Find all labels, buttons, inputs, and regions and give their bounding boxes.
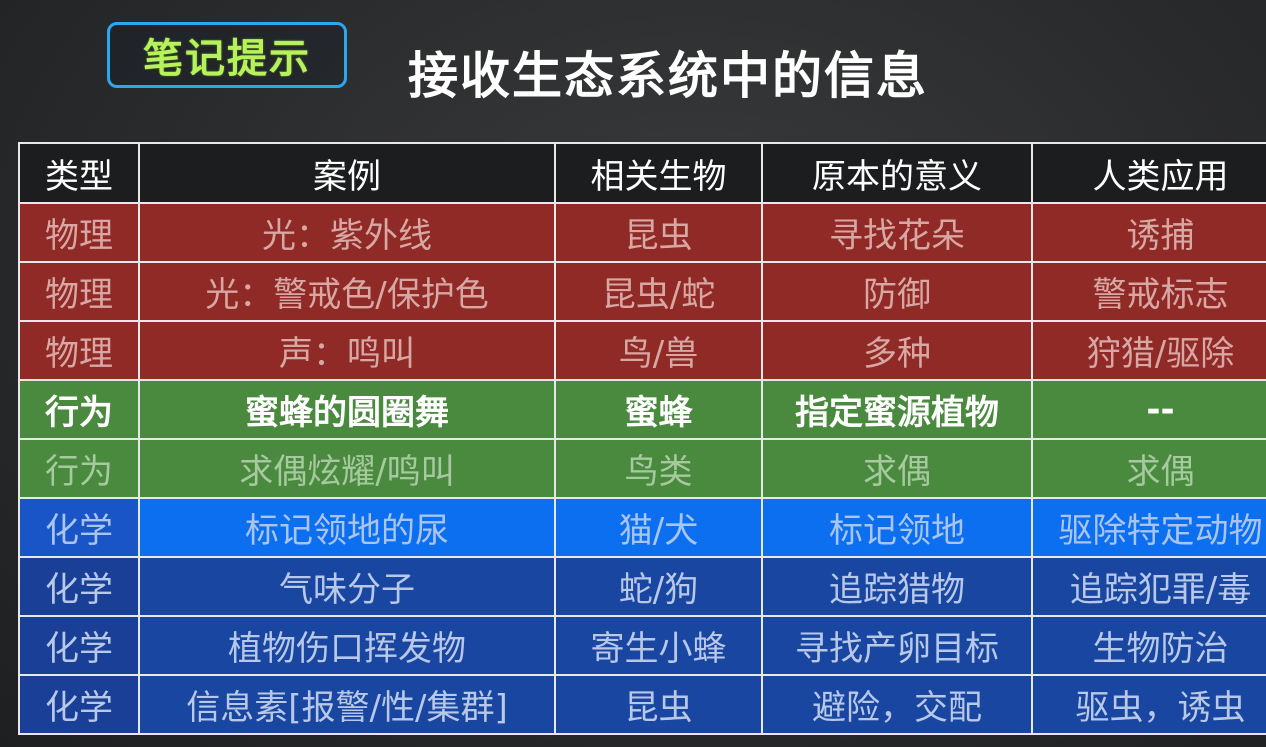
cell-example: 标记领地的尿 [138, 497, 556, 558]
cell-original-meaning: 求偶 [761, 438, 1033, 499]
table-row: 化学 信息素[报警/性/集群] 昆虫 避险，交配 驱虫，诱虫 [18, 674, 1266, 735]
cell-example: 信息素[报警/性/集群] [138, 674, 556, 735]
cell-type: 物理 [18, 261, 140, 322]
cell-human-application: -- [1031, 379, 1266, 440]
cell-human-application: 警戒标志 [1031, 261, 1266, 322]
badge-label: 笔记提示 [143, 36, 311, 82]
cell-example: 蜜蜂的圆圈舞 [138, 379, 556, 440]
cell-example: 气味分子 [138, 556, 556, 617]
cell-original-meaning: 多种 [761, 320, 1033, 381]
cell-organism: 昆虫 [554, 674, 763, 735]
cell-organism: 鸟/兽 [554, 320, 763, 381]
cell-human-application: 生物防治 [1031, 615, 1266, 676]
cell-organism: 昆虫/蛇 [554, 261, 763, 322]
header-original-meaning: 原本的意义 [761, 142, 1033, 204]
cell-original-meaning: 指定蜜源植物 [761, 379, 1033, 440]
cell-original-meaning: 寻找产卵目标 [761, 615, 1033, 676]
cell-example: 光：紫外线 [138, 202, 556, 263]
cell-type: 化学 [18, 674, 140, 735]
cell-human-application: 驱除特定动物 [1031, 497, 1266, 558]
cell-type: 行为 [18, 438, 140, 499]
cell-original-meaning: 避险，交配 [761, 674, 1033, 735]
table-row: 物理 光：紫外线 昆虫 寻找花朵 诱捕 [18, 202, 1266, 263]
page-title: 接收生态系统中的信息 [408, 47, 928, 105]
cell-human-application: 诱捕 [1031, 202, 1266, 263]
cell-original-meaning: 标记领地 [761, 497, 1033, 558]
cell-human-application: 狩猎/驱除 [1031, 320, 1266, 381]
table-row: 行为 蜜蜂的圆圈舞 蜜蜂 指定蜜源植物 -- [18, 379, 1266, 440]
cell-original-meaning: 防御 [761, 261, 1033, 322]
cell-human-application: 追踪犯罪/毒 [1031, 556, 1266, 617]
cell-example: 光：警戒色/保护色 [138, 261, 556, 322]
cell-example: 植物伤口挥发物 [138, 615, 556, 676]
table-row: 行为 求偶炫耀/鸣叫 鸟类 求偶 求偶 [18, 438, 1266, 499]
cell-organism: 猫/犬 [554, 497, 763, 558]
cell-organism: 蜜蜂 [554, 379, 763, 440]
cell-example: 求偶炫耀/鸣叫 [138, 438, 556, 499]
table-row: 物理 声：鸣叫 鸟/兽 多种 狩猎/驱除 [18, 320, 1266, 381]
cell-type: 化学 [18, 615, 140, 676]
cell-type: 化学 [18, 556, 140, 617]
cell-example: 声：鸣叫 [138, 320, 556, 381]
cell-original-meaning: 追踪猎物 [761, 556, 1033, 617]
cell-type: 物理 [18, 320, 140, 381]
cell-organism: 昆虫 [554, 202, 763, 263]
info-table: 类型 案例 相关生物 原本的意义 人类应用 物理 光：紫外线 昆虫 寻找花朵 诱捕 物理光… [18, 142, 1266, 735]
header-example: 案例 [138, 142, 556, 204]
cell-organism: 寄生小蜂 [554, 615, 763, 676]
table-header-row: 类型 案例 相关生物 原本的意义 人类应用 [18, 142, 1266, 204]
cell-type: 物理 [18, 202, 140, 263]
cell-organism: 鸟类 [554, 438, 763, 499]
cell-type: 化学 [18, 497, 140, 558]
cell-original-meaning: 寻找花朵 [761, 202, 1033, 263]
cell-human-application: 求偶 [1031, 438, 1266, 499]
cell-organism: 蛇/狗 [554, 556, 763, 617]
table-row: 化学 气味分子 蛇/狗 追踪猎物 追踪犯罪/毒 [18, 556, 1266, 617]
header-organism: 相关生物 [554, 142, 763, 204]
note-tip-badge: 笔记提示 [107, 22, 347, 88]
header-type: 类型 [18, 142, 140, 204]
table-row: 化学 标记领地的尿 猫/犬 标记领地 驱除特定动物 [18, 497, 1266, 558]
table-row: 化学 植物伤口挥发物 寄生小蜂 寻找产卵目标 生物防治 [18, 615, 1266, 676]
cell-type: 行为 [18, 379, 140, 440]
table-row: 物理 光：警戒色/保护色 昆虫/蛇 防御 警戒标志 [18, 261, 1266, 322]
header-human-application: 人类应用 [1031, 142, 1266, 204]
cell-human-application: 驱虫，诱虫 [1031, 674, 1266, 735]
